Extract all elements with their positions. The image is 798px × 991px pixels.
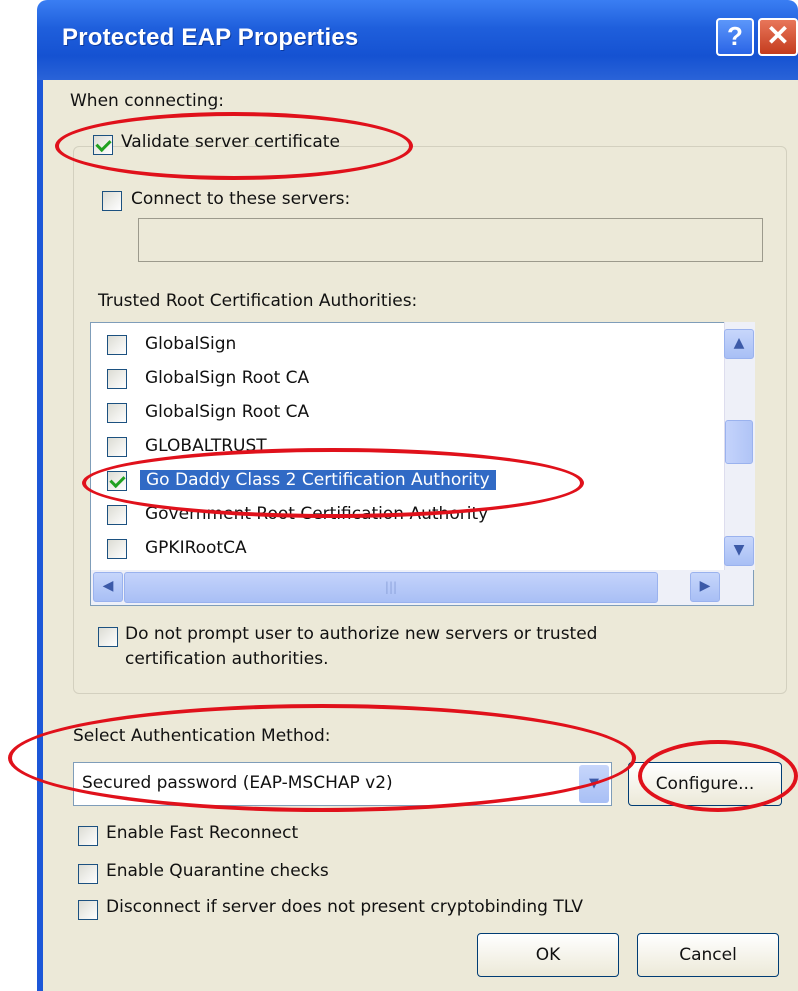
- annotation-oval-godaddy: [82, 448, 584, 518]
- fast-reconnect-checkbox[interactable]: [78, 826, 98, 846]
- ca-name: GlobalSign: [145, 334, 237, 354]
- connect-servers-label: Connect to these servers:: [131, 189, 351, 209]
- fast-reconnect-label: Enable Fast Reconnect: [106, 823, 299, 843]
- ca-list-item[interactable]: GlobalSign: [91, 329, 721, 362]
- quarantine-checkbox[interactable]: [78, 864, 98, 884]
- chevron-left-icon: ◀: [102, 578, 114, 594]
- annotation-oval-auth-method: [8, 704, 636, 812]
- chevron-down-icon: ▼: [733, 542, 745, 558]
- dialog-title: Protected EAP Properties: [62, 24, 359, 51]
- chevron-right-icon: ▶: [699, 578, 711, 594]
- scroll-left-button[interactable]: ◀: [93, 572, 123, 602]
- close-button[interactable]: ✕: [758, 18, 798, 56]
- ca-name: GPKIRootCA: [145, 538, 247, 558]
- question-mark-icon: ?: [727, 21, 743, 51]
- window-border: [37, 80, 43, 991]
- annotation-oval-validate: [55, 112, 413, 180]
- servers-input: [138, 218, 763, 262]
- scroll-down-button[interactable]: ▼: [724, 536, 754, 566]
- grip-icon: |||: [384, 580, 398, 594]
- ok-button[interactable]: OK: [477, 933, 619, 977]
- horizontal-scroll-thumb[interactable]: |||: [124, 572, 658, 603]
- do-not-prompt-label-line1: Do not prompt user to authorize new serv…: [125, 624, 598, 644]
- connect-servers-checkbox[interactable]: [102, 191, 122, 211]
- ca-name: GlobalSign Root CA: [145, 368, 310, 388]
- scroll-right-button[interactable]: ▶: [690, 572, 720, 602]
- vertical-scroll-thumb[interactable]: [725, 420, 753, 464]
- cryptobinding-label: Disconnect if server does not present cr…: [106, 897, 583, 917]
- close-x-icon: ✕: [766, 20, 790, 51]
- ca-checkbox[interactable]: [107, 437, 127, 457]
- ca-checkbox[interactable]: [107, 403, 127, 423]
- ca-name: GlobalSign Root CA: [145, 402, 310, 422]
- cryptobinding-checkbox[interactable]: [78, 900, 98, 920]
- ca-checkbox[interactable]: [107, 505, 127, 525]
- ca-checkbox[interactable]: [107, 335, 127, 355]
- quarantine-label: Enable Quarantine checks: [106, 861, 329, 881]
- ca-checkbox[interactable]: [107, 539, 127, 559]
- ca-checkbox[interactable]: [107, 369, 127, 389]
- annotation-oval-configure: [638, 740, 798, 812]
- ca-list-item[interactable]: GlobalSign Root CA: [91, 397, 721, 430]
- do-not-prompt-label-line2: certification authorities.: [125, 649, 329, 669]
- do-not-prompt-checkbox[interactable]: [98, 627, 118, 647]
- trusted-root-label: Trusted Root Certification Authorities:: [98, 291, 418, 311]
- help-button[interactable]: ?: [716, 18, 754, 56]
- ca-list-item[interactable]: GlobalSign Root CA: [91, 363, 721, 396]
- ca-list-item[interactable]: GPKIRootCA: [91, 533, 721, 566]
- when-connecting-label: When connecting:: [70, 91, 225, 111]
- cancel-button[interactable]: Cancel: [637, 933, 779, 977]
- scroll-up-button[interactable]: ▲: [724, 329, 754, 359]
- chevron-up-icon: ▲: [733, 335, 745, 351]
